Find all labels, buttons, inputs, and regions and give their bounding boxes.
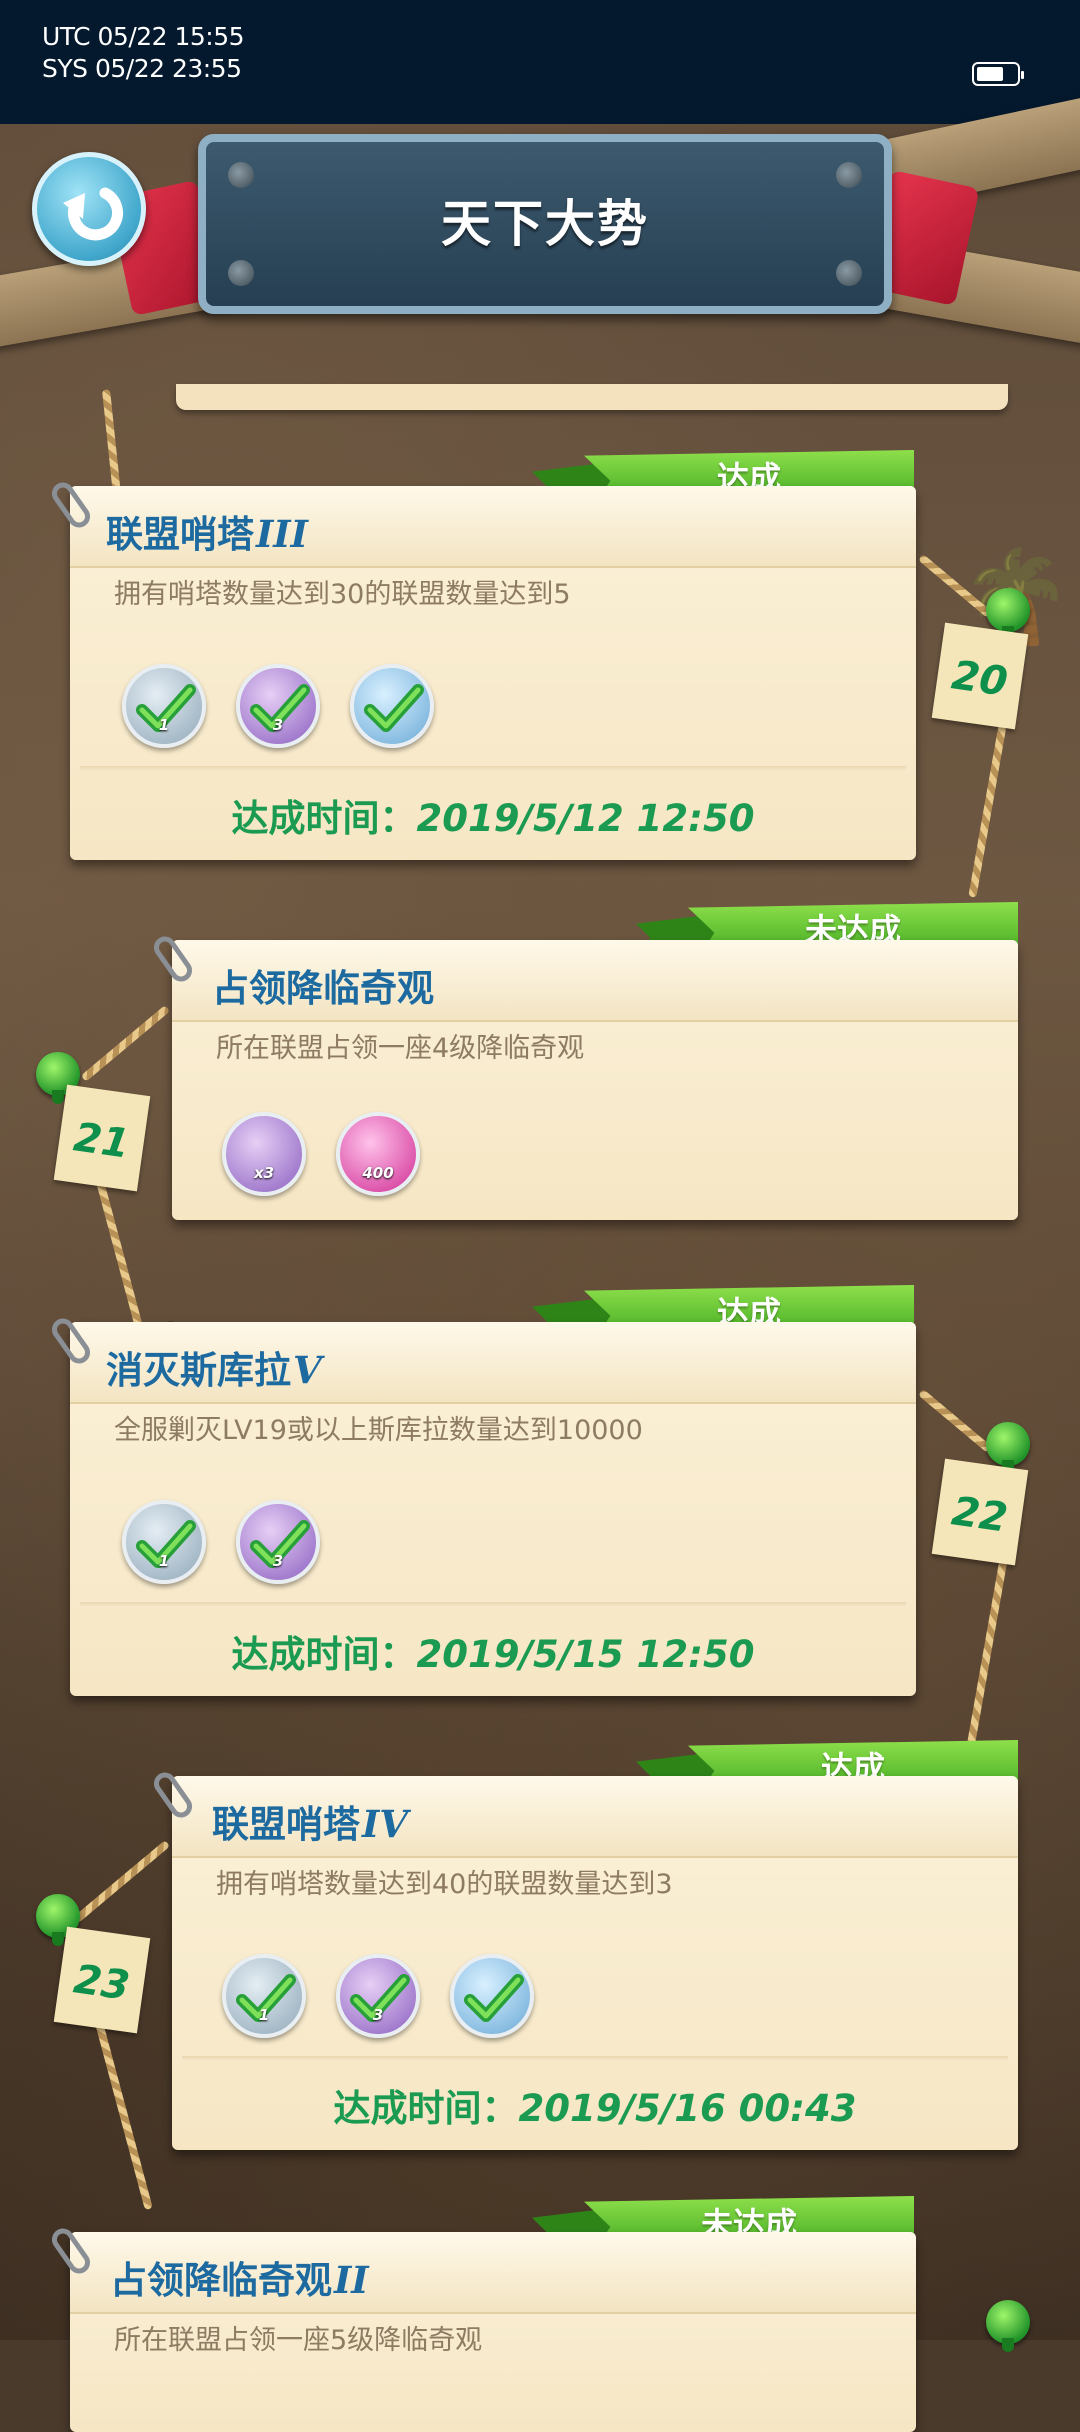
check-icon: [364, 684, 424, 732]
reward-quantity: 400: [362, 1164, 394, 1182]
achievement-card[interactable]: 消灭斯库拉V 全服剿灭LV19或以上斯库拉数量达到10000 1 3 达成时间：…: [47, 1314, 916, 1696]
battery-icon: [972, 62, 1024, 86]
purple-scroll-icon[interactable]: 3: [236, 664, 320, 748]
reward-quantity: x3: [253, 1164, 275, 1182]
achievement-name: 占领降临奇观II: [110, 2258, 369, 2302]
divider: [80, 1602, 906, 1606]
divider: [80, 766, 906, 770]
screw-icon: [836, 260, 862, 286]
number-tag: 23: [53, 1926, 151, 2034]
reward-quantity: 1: [158, 1552, 170, 1570]
reward-quantity: 1: [258, 2006, 270, 2024]
number-tag: 21: [53, 1084, 151, 1192]
reward-quantity: 3: [272, 716, 284, 734]
achievement-description: 所在联盟占领一座5级降临奇观: [114, 2325, 483, 2356]
achievement-number: 22: [948, 1488, 1011, 1542]
blue-ship-icon[interactable]: [350, 664, 434, 748]
number-tag: 20: [931, 622, 1029, 730]
status-bar: UTC 05/22 15:55 SYS 05/22 23:55: [0, 0, 1080, 124]
achievement-name: 联盟哨塔III: [106, 512, 308, 556]
pink-crystal-icon[interactable]: 400: [336, 1112, 420, 1196]
page-title: 天下大势: [441, 195, 649, 253]
reward-quantity: 1: [158, 716, 170, 734]
silver-shield-icon[interactable]: 1: [222, 1954, 306, 2038]
check-icon: [464, 1974, 524, 2022]
achievement-name: 消灭斯库拉V: [106, 1348, 322, 1392]
green-pin-icon: [986, 2300, 1030, 2352]
achievement-card[interactable]: 联盟哨塔III 拥有哨塔数量达到30的联盟数量达到5 1 3 达成时间：2019…: [47, 478, 916, 860]
purple-scroll-icon[interactable]: x3: [222, 1112, 306, 1196]
green-pin-icon: [986, 588, 1030, 640]
achievement-number: 21: [70, 1114, 133, 1168]
sys-time: SYS 05/22 23:55: [42, 54, 242, 83]
previous-card-edge: [176, 384, 1008, 410]
blue-ship-icon[interactable]: [450, 1954, 534, 2038]
number-tag: 22: [931, 1458, 1029, 1566]
green-pin-icon: [986, 1422, 1030, 1474]
silver-shield-icon[interactable]: 1: [122, 1500, 206, 1584]
achievement-name: 联盟哨塔IV: [212, 1802, 409, 1846]
achievement-card[interactable]: 联盟哨塔IV 拥有哨塔数量达到40的联盟数量达到3 1 3 达成时间：2019/…: [149, 1768, 1018, 2150]
achieved-time: 达成时间：2019/5/15 12:50: [231, 1633, 755, 1676]
screw-icon: [228, 260, 254, 286]
achieved-time: 达成时间：2019/5/12 12:50: [231, 797, 755, 840]
achievement-card[interactable]: 占领降临奇观 所在联盟占领一座4级降临奇观 x3 400: [149, 932, 1018, 1220]
back-button[interactable]: [32, 152, 146, 266]
reward-quantity: 3: [272, 1552, 284, 1570]
divider: [182, 2056, 1008, 2060]
achievement-description: 所在联盟占领一座4级降临奇观: [216, 1033, 585, 1064]
achievement-description: 拥有哨塔数量达到30的联盟数量达到5: [114, 579, 571, 610]
achieved-time: 达成时间：2019/5/16 00:43: [333, 2087, 857, 2130]
silver-shield-icon[interactable]: 1: [122, 664, 206, 748]
achievement-description: 拥有哨塔数量达到40的联盟数量达到3: [216, 1869, 673, 1900]
reward-quantity: 3: [372, 2006, 384, 2024]
achievement-number: 20: [948, 652, 1011, 706]
achievement-description: 全服剿灭LV19或以上斯库拉数量达到10000: [114, 1415, 643, 1446]
back-arrow-icon: [63, 187, 123, 241]
achievement-number: 23: [70, 1956, 133, 2010]
title-panel: 天下大势: [198, 134, 892, 314]
purple-scroll-icon[interactable]: 3: [236, 1500, 320, 1584]
utc-time: UTC 05/22 15:55: [42, 22, 245, 51]
achievement-card[interactable]: 占领降临奇观II 所在联盟占领一座5级降临奇观: [47, 2224, 916, 2432]
achievement-name: 占领降临奇观: [212, 967, 434, 1010]
purple-scroll-icon[interactable]: 3: [336, 1954, 420, 2038]
